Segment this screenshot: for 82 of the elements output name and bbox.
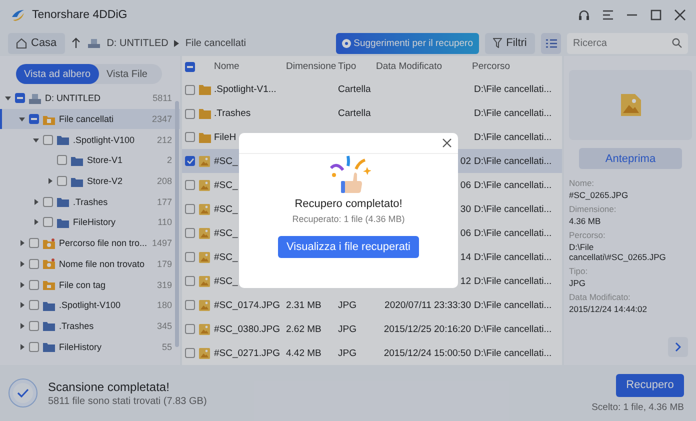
table-cell-text: D:\File cancellati...: [473, 348, 553, 359]
table-cell-text: Cartella: [338, 108, 372, 120]
table-cell-text: #SC_: [214, 228, 239, 239]
dialog-title: Recupero completato!: [294, 198, 402, 210]
table-cell-text: 12: [459, 276, 472, 287]
detail-label: Data Modificato:: [569, 292, 632, 302]
item-count: 177: [156, 196, 172, 207]
table-cell-text: D:\File cancellati...: [473, 228, 553, 239]
item-count: 55: [162, 342, 172, 352]
tree-label: D: UNTITLED: [45, 93, 102, 104]
detail-value: 4.36 MB: [569, 216, 602, 226]
tree-label: File con tag: [59, 280, 107, 290]
detail-value: D:\File cancellati\#SC_0265.JPG: [569, 242, 667, 262]
tree-label: Store-V1: [87, 155, 124, 166]
detail-label: Nome:: [569, 178, 596, 188]
app-title: Tenorshare 4DDiG: [32, 9, 128, 21]
table-cell-text: D:\File cancellati...: [473, 252, 553, 263]
table-cell-text: 06: [459, 180, 472, 191]
table-cell-text: 14: [459, 252, 472, 263]
tree-label: .Spotlight-V100: [59, 300, 122, 310]
table-cell-text: #SC_0174.JPG: [214, 300, 282, 311]
item-count: 345: [156, 320, 172, 331]
selection-summary: Scelto: 1 file, 4.36 MB: [592, 402, 684, 412]
item-count: 2: [166, 155, 172, 166]
detail-value: #SC_0265.JPG: [569, 190, 630, 200]
table-cell-text: 06: [459, 228, 472, 239]
table-cell-text: D:\File cancellati...: [473, 156, 553, 167]
tree-label: Nome file non trovato: [59, 258, 146, 269]
table-cell-text: D:\File cancellati...: [473, 276, 553, 287]
detail-label: Tipo:: [569, 266, 589, 276]
table-cell-text: D:\File cancellati...: [473, 324, 553, 335]
tree-label: .Trashes: [59, 320, 95, 331]
table-cell-text: Cartella: [338, 84, 372, 96]
table-cell-text: D:\File cancellati...: [473, 204, 553, 215]
table-cell-text: JPG: [338, 300, 358, 311]
table-cell-text: JPG: [338, 348, 358, 359]
table-cell-text: #SC_: [214, 204, 239, 215]
table-cell-text: #SC_0271.JPG: [214, 348, 282, 359]
detail-value: JPG: [569, 278, 587, 288]
table-cell-text: 4.42 MB: [286, 348, 322, 359]
status-subtitle: 5811 file sono stati trovati (7.83 GB): [48, 396, 208, 406]
table-cell-text: .Trashes: [214, 108, 252, 120]
detail-label: Percorso:: [569, 230, 606, 240]
table-cell-text: 2.31 MB: [286, 300, 322, 311]
table-cell-text: 2020/07/11 23:33:30: [384, 300, 472, 311]
table-cell-text: 2015/12/25 20:16:20: [382, 324, 472, 335]
table-cell-text: #SC_0380.JPG: [214, 324, 282, 335]
table-cell-text: D:\File cancellati...: [473, 132, 553, 143]
table-cell-text: #SC_: [214, 156, 239, 167]
table-cell-text: 02: [459, 156, 472, 167]
table-cell-text: D:\File cancellati...: [473, 180, 553, 191]
detail-label: Dimensione:: [569, 204, 618, 214]
tree-label: Store-V2: [87, 176, 124, 186]
table-cell-text: #SC_: [214, 252, 239, 263]
item-count: 180: [156, 300, 172, 310]
item-count: 319: [156, 280, 172, 290]
item-count: 208: [156, 176, 172, 186]
item-count: 212: [156, 134, 172, 145]
tree-label: FileHistory: [73, 217, 117, 228]
item-count: 1497: [152, 238, 172, 248]
item-count: 5811: [152, 93, 172, 104]
tree-label: File cancellati: [59, 114, 115, 124]
table-cell-text: D:\File cancellati...: [473, 108, 553, 120]
item-count: 2347: [152, 114, 172, 124]
table-cell-text: JPG: [338, 324, 358, 335]
tree-label: FileHistory: [59, 342, 103, 352]
tree-label: .Spotlight-V100: [73, 134, 136, 145]
table-cell-text: D:\File cancellati...: [473, 84, 553, 96]
item-count: 110: [158, 217, 172, 228]
table-cell-text: #SC_: [214, 276, 239, 287]
table-cell-text: 2.62 MB: [286, 324, 322, 335]
dialog-subtitle: Recuperato: 1 file (4.36 MB): [292, 214, 405, 224]
table-cell-text: FileH: [214, 132, 238, 143]
detail-value: 2015/12/24 14:44:02: [569, 304, 648, 314]
tree-label: Percorso file non tro...: [59, 238, 148, 248]
table-cell-text: 2015/12/24 15:00:50: [382, 348, 472, 359]
status-title: Scansione completata!: [48, 380, 170, 394]
tree-label: .Trashes: [73, 196, 109, 207]
table-cell-text: D:\File cancellati...: [473, 300, 553, 311]
table-cell-text: #SC_: [214, 180, 239, 191]
table-cell-text: .Spotlight-V1...: [214, 84, 278, 96]
item-count: 179: [156, 258, 172, 269]
